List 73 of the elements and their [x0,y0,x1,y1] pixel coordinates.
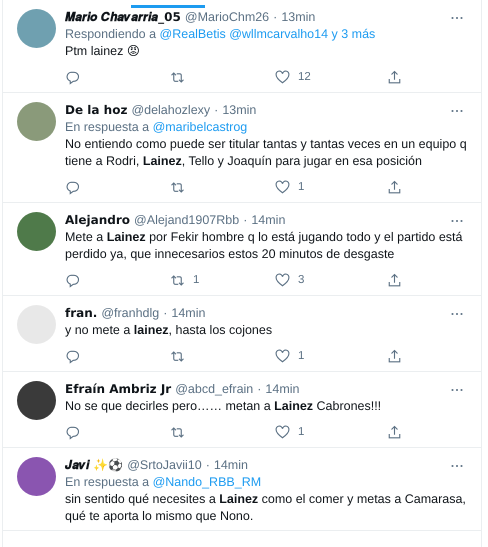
user-handle[interactable]: @Alejand1907Rbb [134,212,240,229]
tweet-text: sin sentido qué necesites a Lainez como el comer y metas a Camarasa, qué te aporta lo mismo que Nono. [65,491,467,525]
user-name[interactable]: 𝑱𝒂𝒗𝒊 ✨⚽ [65,457,124,474]
heart-icon[interactable] [275,424,290,440]
share-icon[interactable] [387,70,402,84]
reply-icon[interactable] [65,272,80,288]
retweet-icon[interactable] [170,272,185,288]
retweet-icon[interactable] [170,180,185,194]
avatar-photo[interactable] [17,381,56,420]
like-count: 1 [298,426,304,438]
user-handle[interactable]: @SrtoJavii10 [127,457,202,474]
retweet-icon[interactable] [170,348,185,364]
mention-link[interactable]: @RealBetis [160,27,226,41]
mention-link[interactable]: y 3 más [332,27,376,41]
more-options-icon[interactable] [451,16,463,20]
separator-dot: · [206,457,210,474]
tweet-text: No entiendo como puede ser titular tantas y tantas veces en un equipo q tiene a Rodri, Lainez, Tello y Joaquín para jugar en esa posición [65,136,467,170]
like-count: 12 [298,71,311,83]
reply-context: Respondiendo a @RealBetis @wllmcarvalho14 y 3 más [65,26,376,43]
more-options-icon[interactable] [451,388,463,392]
like-count: 1 [298,181,304,193]
avatar-photo[interactable] [17,457,56,496]
share-icon[interactable] [387,424,402,440]
user-handle[interactable]: @delahozlexy [131,102,210,119]
user-name[interactable]: Alejandro [65,212,130,229]
tweet-text: y no mete a lainez, hasta los cojones [65,322,274,339]
tweet-time[interactable]: 14min [251,212,286,229]
reply-context: En respuesta a @Nando_RBB_RM [65,474,262,491]
separator-dot: · [214,102,218,119]
share-icon[interactable] [387,348,402,364]
more-options-icon[interactable] [451,464,463,468]
tweet-time[interactable]: 14min [171,305,206,322]
separator-dot: · [257,381,262,398]
heart-icon[interactable] [275,180,290,194]
reply-icon[interactable] [65,348,80,364]
heart-icon[interactable] [275,272,290,288]
retweet-count: 1 [193,274,200,286]
more-options-icon[interactable] [451,108,463,112]
reply-icon[interactable] [65,180,80,194]
tweet-text: Ptm lainez 😡 [65,43,141,60]
mention-link[interactable]: @maribelcastrog [152,120,248,134]
separator-dot: · [163,305,168,322]
user-handle[interactable]: @MarioChm26 [184,9,270,26]
reply-context: En respuesta a @maribelcastrog [65,119,248,136]
reply-icon[interactable] [65,70,80,84]
more-options-icon[interactable] [451,218,463,222]
tweet-time[interactable]: 14min [265,381,300,398]
tweet-time[interactable]: 13min [281,9,316,26]
user-name[interactable]: 𝑴𝒂𝒓𝒊𝒐 𝑪𝒉𝒂𝒗𝒂𝒓𝒓𝒊𝒂_05 [65,9,181,26]
user-handle[interactable]: @abcd_efrain [175,381,254,398]
heart-icon[interactable] [275,70,290,84]
share-icon[interactable] [387,272,402,288]
tweet-text: No se que decirles pero…… metan a Lainez Cabrones!!! [65,398,382,415]
separator-dot: · [273,9,278,26]
retweet-icon[interactable] [170,70,185,84]
tweet-time[interactable]: 14min [214,457,248,474]
user-name[interactable]: De la hoz [65,102,128,119]
like-count: 3 [298,274,304,286]
share-icon[interactable] [387,180,402,194]
heart-icon[interactable] [275,348,290,364]
like-count: 1 [298,350,304,362]
tweet-text: Mete a Lainez por Fekir hombre q lo está jugando todo y el partido está perdido ya, que innecesarios estos 20 minutos de desgaste [65,229,464,263]
user-handle[interactable]: @franhdlg [101,305,160,322]
mention-link[interactable]: @wllmcarvalho14 [229,27,328,41]
more-options-icon[interactable] [451,312,463,316]
user-name[interactable]: fran. [65,305,98,322]
user-name[interactable]: Efraín Ambriz Jr [65,381,172,398]
tweet-time[interactable]: 13min [222,102,256,119]
reply-icon[interactable] [65,424,80,440]
retweet-icon[interactable] [170,424,185,440]
mention-link[interactable]: @Nando_RBB_RM [152,475,262,489]
avatar-photo[interactable] [17,212,56,251]
separator-dot: · [243,212,248,229]
